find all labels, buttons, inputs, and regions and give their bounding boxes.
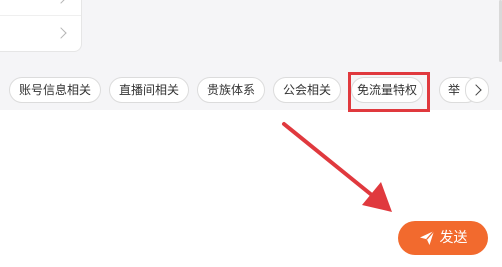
quick-tags-bar: 账号信息相关 直播间相关 贵族体系 公会相关 免流量特权 举	[0, 72, 502, 112]
paper-plane-icon	[419, 230, 435, 246]
faq-card	[0, 0, 82, 52]
tag-noble-system[interactable]: 贵族体系	[197, 77, 265, 103]
chevron-right-icon[interactable]	[55, 27, 67, 39]
chevron-right-icon[interactable]	[55, 0, 67, 4]
send-button[interactable]: 发送	[398, 221, 488, 255]
send-label: 发送	[439, 230, 468, 246]
annotation-highlight-box	[348, 72, 430, 112]
card-divider	[0, 15, 81, 16]
tags-scroll-right-button[interactable]	[465, 77, 489, 103]
tag-guild[interactable]: 公会相关	[273, 77, 341, 103]
scrollbar[interactable]	[498, 0, 502, 70]
tag-live-room[interactable]: 直播间相关	[109, 77, 189, 103]
tag-account-info[interactable]: 账号信息相关	[9, 77, 101, 103]
